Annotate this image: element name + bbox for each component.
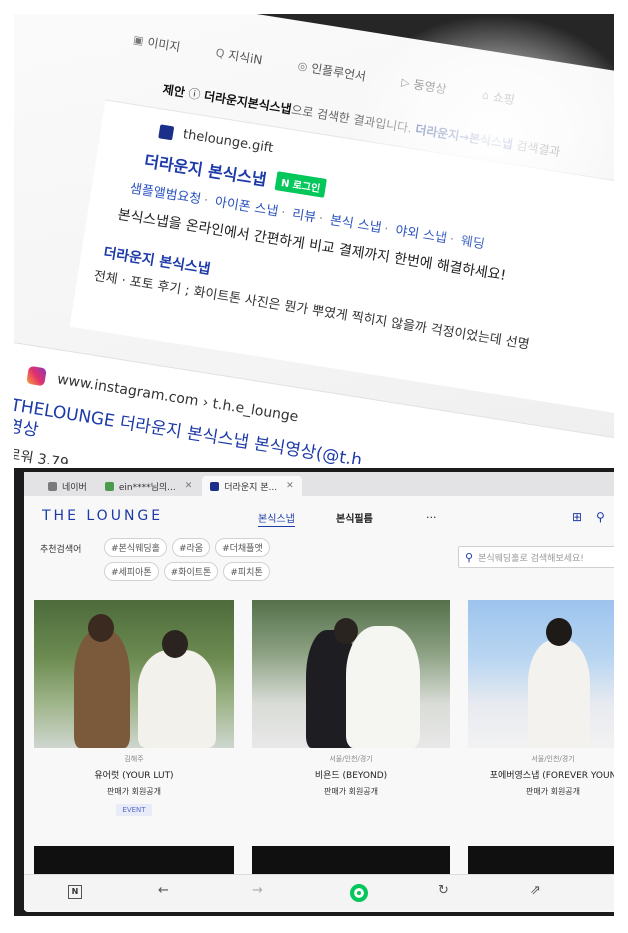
product-card-partial[interactable] xyxy=(34,846,234,874)
chip[interactable]: #더채플앳 xyxy=(215,538,270,557)
sitelink[interactable]: 샘플앨범요청 xyxy=(129,181,202,207)
chip[interactable]: #라움 xyxy=(171,538,211,557)
tablet-screen: 네이버 ein****님의... ✕ 더라운지 본... ✕ THE LOUNG… xyxy=(24,472,614,912)
home-icon xyxy=(48,481,57,491)
browser-tab-bar: 네이버 ein****님의... ✕ 더라운지 본... ✕ xyxy=(24,472,614,496)
search-icon: ⚲ xyxy=(465,550,474,564)
image-icon: ▣ xyxy=(132,33,145,48)
card-name: 비욘드 (BEYOND) xyxy=(314,771,388,781)
product-card-partial[interactable] xyxy=(252,846,450,874)
sitelink[interactable]: 웨딩 xyxy=(460,234,486,253)
card-name: 유어럿 (YOUR LUT) xyxy=(94,771,174,781)
close-icon[interactable]: ✕ xyxy=(185,481,193,491)
share-icon[interactable]: ⇗ xyxy=(530,883,541,898)
brand-logo[interactable]: THE LOUNGE xyxy=(42,508,163,524)
product-card-partial[interactable] xyxy=(468,846,614,874)
browser-tab-profile[interactable]: ein****님의... ✕ xyxy=(97,476,200,496)
shopping-bag-icon: ⌂ xyxy=(480,88,490,103)
product-card[interactable]: 김해주 유어럿 (YOUR LUT) 판매가 회원공개 EVENT xyxy=(34,600,234,816)
nav-film[interactable]: 본식필름 xyxy=(336,510,373,525)
tab-influencer[interactable]: ◎ 인플루언서 xyxy=(288,50,376,92)
sitelink[interactable]: 리뷰 xyxy=(291,207,317,226)
product-photo xyxy=(252,600,450,748)
instagram-icon xyxy=(26,365,47,387)
sitelink[interactable]: 본식 스냅 xyxy=(329,213,383,236)
card-price: 판매가 회원공개 xyxy=(106,787,162,796)
product-photo xyxy=(34,600,234,748)
naver-login-badge: N 로그인 xyxy=(274,170,327,198)
chip[interactable]: #본식웨딩홀 xyxy=(104,538,167,557)
sitelink[interactable]: 야외 스냅 xyxy=(394,223,448,246)
site-header: THE LOUNGE 본식스냅 본식필름 ... ⊞ ⚲ xyxy=(24,496,614,536)
sitelink[interactable]: 아이폰 스냅 xyxy=(214,195,279,220)
search-icon[interactable]: ⚲ xyxy=(596,510,605,524)
suggested-query[interactable]: 더라운지본식스냅 xyxy=(203,89,292,117)
card-name: 포에버영스냅 (FOREVER YOUN xyxy=(489,771,614,781)
tab-video[interactable]: ▷ 동영상 xyxy=(391,66,456,104)
card-location: 서울/인천/경기 xyxy=(329,755,373,763)
back-arrow-icon[interactable]: ← xyxy=(158,883,169,898)
product-photo xyxy=(468,600,614,748)
forward-arrow-icon[interactable]: → xyxy=(252,883,263,898)
search-input[interactable]: ⚲ 본식웨딩홀로 검색해보세요! xyxy=(458,546,614,568)
tab-shopping[interactable]: ⌂ 쇼핑 xyxy=(472,79,525,115)
search-results-screen: ▣ 이미지 Q 지식iN ◎ 인플루언서 ▷ 동영상 ⌂ 쇼핑 제안 ⓘ 더라운지본식스냅… xyxy=(14,14,614,464)
tablet-photo: 네이버 ein****님의... ✕ 더라운지 본... ✕ THE LOUNG… xyxy=(14,468,614,916)
site-icon xyxy=(210,481,220,491)
search-results-photo: ▣ 이미지 Q 지식iN ◎ 인플루언서 ▷ 동영상 ⌂ 쇼핑 제안 ⓘ 더라운지본식스냅… xyxy=(14,14,614,464)
kin-icon: Q xyxy=(214,46,226,61)
person-icon: ◎ xyxy=(296,59,309,74)
nav-snap[interactable]: 본식스냅 xyxy=(258,510,295,527)
product-card[interactable]: 서울/인천/경기 비욘드 (BEYOND) 판매가 회원공개 xyxy=(252,600,450,797)
store-icon[interactable]: ⊞ xyxy=(572,510,582,524)
card-price: 판매가 회원공개 xyxy=(525,787,581,796)
alt-query-link[interactable]: 더라운지→본식스냅 xyxy=(414,122,513,151)
card-location: 김해주 xyxy=(124,755,144,763)
reload-icon[interactable]: ↻ xyxy=(438,883,449,898)
search-tabs: ▣ 이미지 Q 지식iN ◎ 인플루언서 ▷ 동영상 ⌂ 쇼핑 xyxy=(123,24,525,116)
card-price: 판매가 회원공개 xyxy=(323,787,379,796)
help-icon[interactable]: ⓘ xyxy=(187,86,201,102)
browser-tab-naver[interactable]: 네이버 xyxy=(40,476,95,496)
close-icon[interactable]: ✕ xyxy=(286,481,294,491)
tab-images[interactable]: ▣ 이미지 xyxy=(123,24,190,63)
site-favicon-icon xyxy=(158,123,175,140)
product-card[interactable]: 서울/인천/경기 포에버영스냅 (FOREVER YOUN 판매가 회원공개 xyxy=(468,600,614,797)
chip[interactable]: #피치톤 xyxy=(223,562,270,581)
chip[interactable]: #화이트톤 xyxy=(163,562,219,581)
recommend-chips: #본식웨딩홀 #라움 #더채플앳 #세피아톤 #화이트톤 #피치톤 xyxy=(104,538,314,581)
nav-more[interactable]: ... xyxy=(426,508,437,521)
chip[interactable]: #세피아톤 xyxy=(104,562,159,581)
naver-green-dot-button[interactable] xyxy=(350,884,368,902)
browser-bottom-bar: N ← → ↻ ⇗ xyxy=(24,874,614,910)
browser-tab-thelounge[interactable]: 더라운지 본... ✕ xyxy=(202,476,302,496)
event-badge: EVENT xyxy=(116,804,152,816)
play-icon: ▷ xyxy=(400,75,411,90)
card-location: 서울/인천/경기 xyxy=(531,755,575,763)
profile-icon xyxy=(104,481,114,491)
naver-home-button[interactable]: N xyxy=(68,885,82,899)
recommend-label: 추천검색어 xyxy=(40,545,82,555)
tab-kin[interactable]: Q 지식iN xyxy=(206,37,273,76)
